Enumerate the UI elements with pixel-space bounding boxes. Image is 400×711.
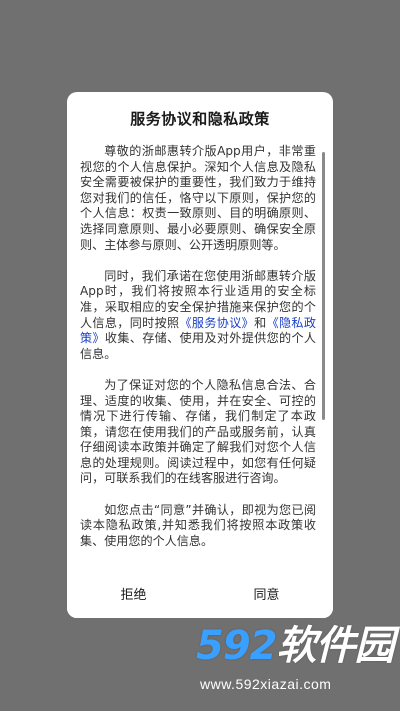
dialog-title: 服务协议和隐私政策	[130, 110, 270, 128]
policy-paragraph-4: 如您点击“同意”并确认，即视为您已阅读本隐私政策,并知悉我们将按照本政策收集、使…	[80, 502, 316, 548]
screen: 服务协议和隐私政策 尊敬的浙邮惠转介版App用户，非常重视您的个人信息保护。深知…	[0, 0, 400, 711]
privacy-dialog: 服务协议和隐私政策 尊敬的浙邮惠转介版App用户，非常重视您的个人信息保护。深知…	[67, 92, 333, 618]
agree-button[interactable]: 同意	[200, 568, 333, 618]
policy-paragraph-1: 尊敬的浙邮惠转介版App用户，非常重视您的个人信息保护。深知个人信息及隐私安全需…	[80, 144, 316, 252]
site-watermark: 592软件园 www.592xiazai.com	[196, 624, 396, 704]
watermark-url: www.592xiazai.com	[200, 676, 332, 692]
watermark-name: 软件园	[276, 623, 395, 669]
service-agreement-link[interactable]: 《服务协议》	[180, 316, 255, 330]
policy-content: 尊敬的浙邮惠转介版App用户，非常重视您的个人信息保护。深知个人信息及隐私安全需…	[80, 144, 316, 549]
watermark-number: 592	[196, 623, 277, 669]
dialog-button-bar: 拒绝 同意	[67, 568, 333, 618]
content-scrollbar[interactable]	[322, 152, 325, 572]
policy-paragraph-3: 为了保证对您的个人隐私信息合法、合理、适度的收集、使用，并在安全、可控的情况下进…	[80, 377, 316, 486]
policy-content-scroll[interactable]: 尊敬的浙邮惠转介版App用户，非常重视您的个人信息保护。深知个人信息及隐私安全需…	[80, 144, 322, 618]
watermark-logo: 592软件园	[196, 623, 395, 669]
paragraph-2-text-mid: 和	[254, 315, 267, 330]
policy-paragraph-2: 同时，我们承诺在您使用浙邮惠转介版App时，我们将按照本行业适用的安全标准，采取…	[80, 269, 316, 363]
paragraph-2-text-after: 收集、存储、使用及对外提供您的个人信息。	[80, 331, 316, 361]
scrollbar-thumb[interactable]	[322, 152, 325, 420]
reject-button[interactable]: 拒绝	[67, 568, 200, 618]
